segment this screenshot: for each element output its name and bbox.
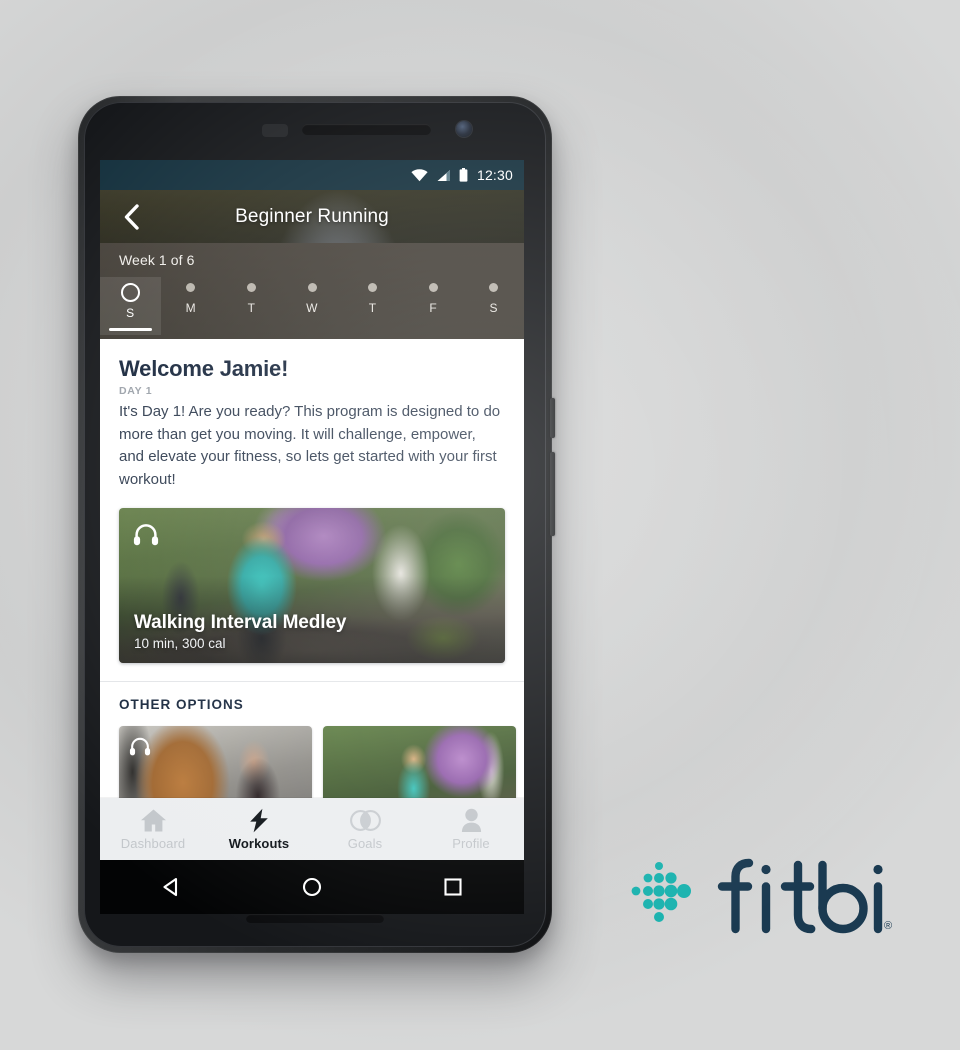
featured-workout-card[interactable]: Walking Interval Medley 10 min, 300 cal (119, 508, 505, 663)
status-bar-clock: 12:30 (476, 167, 513, 183)
day-item-f[interactable]: F (403, 277, 464, 335)
day-list: S M T W T F S (100, 277, 524, 335)
day-item-s2[interactable]: S (463, 277, 524, 335)
lightning-bolt-icon (249, 808, 268, 832)
earpiece-speaker (302, 124, 431, 135)
phone-bezel: 12:30 Beginner Running Week 1 of 6 S M T… (84, 102, 546, 947)
bottom-speaker (246, 914, 384, 923)
day-letter: T (368, 301, 377, 315)
phone-device: 12:30 Beginner Running Week 1 of 6 S M T… (78, 96, 555, 953)
other-options-heading: OTHER OPTIONS (119, 697, 244, 712)
day-letter: F (429, 301, 438, 315)
day-status-dot-icon (246, 283, 256, 292)
day-status-dot-icon (368, 283, 378, 292)
front-camera (456, 121, 472, 137)
day-status-dot-icon (307, 283, 317, 292)
day-letter: M (185, 301, 197, 315)
tab-profile[interactable]: Profile (418, 808, 524, 851)
welcome-body-text: It's Day 1! Are you ready? This program … (119, 403, 501, 488)
workout-meta: 10 min, 300 cal (134, 636, 226, 651)
overlapping-circles-icon (349, 809, 381, 831)
android-recents-button[interactable] (429, 863, 477, 911)
workout-title: Walking Interval Medley (134, 612, 347, 633)
wifi-icon (411, 168, 428, 181)
page-title: Beginner Running (235, 205, 389, 227)
day-item-w[interactable]: W (282, 277, 343, 335)
headphones-icon (129, 736, 151, 761)
tab-label: Workouts (228, 835, 290, 851)
tab-label: Dashboard (120, 835, 186, 851)
day-item-t1[interactable]: T (221, 277, 282, 335)
welcome-title: Welcome Jamie! (119, 356, 289, 381)
day-item-m[interactable]: M (161, 277, 222, 335)
day-status-ring-icon (120, 283, 140, 302)
week-selector: Week 1 of 6 S M T W T F S (100, 243, 524, 339)
week-label: Week 1 of 6 (119, 252, 195, 268)
day-status-dot-icon (428, 283, 438, 292)
fitbit-dot-pattern-icon (631, 862, 691, 922)
tab-workouts[interactable]: Workouts (206, 808, 312, 851)
android-back-button[interactable] (147, 863, 195, 911)
day-status-dot-icon (186, 283, 196, 292)
headphones-icon (133, 522, 159, 551)
fitbit-wordmark: ® (717, 858, 892, 934)
day-letter: T (247, 301, 256, 315)
day-item-s1[interactable]: S (100, 277, 161, 335)
status-bar: 12:30 (100, 160, 524, 190)
welcome-block: Welcome Jamie! DAY 1 It's Day 1! Are you… (100, 339, 524, 491)
day-letter: S (126, 306, 135, 320)
phone-screen: 12:30 Beginner Running Week 1 of 6 S M T… (100, 160, 524, 860)
card-text-block: Walking Interval Medley 10 min, 300 cal (134, 612, 490, 651)
android-navigation-bar (100, 860, 524, 914)
day-item-t2[interactable]: T (342, 277, 403, 335)
tab-label: Goals (347, 835, 383, 851)
registered-mark: ® (884, 920, 892, 932)
android-home-button[interactable] (288, 863, 336, 911)
tab-label: Profile (452, 835, 490, 851)
main-content: Welcome Jamie! DAY 1 It's Day 1! Are you… (100, 339, 524, 860)
bottom-tab-bar: Dashboard Workouts Goals Profile (100, 798, 524, 860)
fitbit-logo: ® (622, 855, 892, 941)
tab-dashboard[interactable]: Dashboard (100, 808, 206, 851)
battery-icon (459, 168, 468, 182)
day-status-dot-icon (489, 283, 499, 292)
day-number-label: DAY 1 (119, 385, 153, 397)
day-letter: W (306, 301, 318, 315)
cellular-signal-icon (437, 169, 450, 181)
program-header: Beginner Running (100, 190, 524, 243)
tab-goals[interactable]: Goals (312, 808, 418, 851)
person-icon (461, 808, 481, 832)
page-backdrop: 12:30 Beginner Running Week 1 of 6 S M T… (0, 0, 960, 1050)
proximity-sensor (262, 124, 288, 137)
day-letter: S (489, 301, 498, 315)
volume-button[interactable] (550, 452, 555, 536)
home-icon (140, 809, 166, 831)
power-button[interactable] (550, 398, 555, 438)
